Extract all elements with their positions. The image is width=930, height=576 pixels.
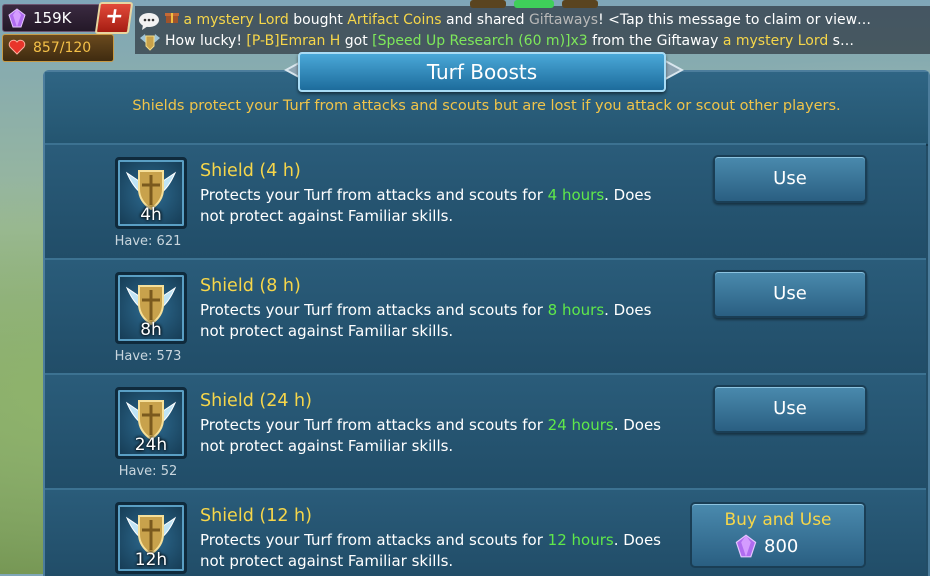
item-name: Shield (4 h) — [200, 161, 301, 181]
use-button[interactable]: Use — [713, 155, 867, 203]
hp-value: 857/120 — [33, 40, 92, 56]
buy-and-use-button[interactable]: Buy and Use 800 — [690, 502, 866, 568]
item-name: Shield (24 h) — [200, 391, 312, 411]
gems-value: 159K — [33, 9, 72, 27]
list-item-shield-4h: 4h Have: 621 Shield (4 h) Protects your … — [45, 143, 926, 259]
gem-icon — [7, 8, 27, 32]
chat-message-1: a mystery Lord bought Artifact Coins and… — [165, 10, 871, 28]
panel-subtitle: Shields protect your Turf from attacks a… — [132, 98, 841, 114]
gem-icon — [734, 534, 758, 562]
use-button[interactable]: Use — [713, 270, 867, 318]
duration-label: 8h — [140, 320, 162, 340]
item-slot: 12h — [115, 502, 187, 574]
top-decoration — [470, 0, 598, 8]
duration-label: 12h — [134, 550, 168, 570]
chat-bubble-icon — [138, 12, 160, 34]
chat-message-2: How lucky! [P-B]Emran H got [Speed Up Re… — [165, 33, 854, 49]
have-count: Have: 621 — [114, 234, 182, 249]
medal-icon — [138, 32, 162, 56]
list-item-shield-12h: 12h Shield (12 h) Protects your Turf fro… — [45, 488, 926, 576]
hp-counter[interactable]: 857/120 — [2, 34, 114, 62]
item-description: Protects your Turf from attacks and scou… — [200, 531, 661, 570]
duration-label: 4h — [140, 205, 162, 225]
title-banner: Turf Boosts — [298, 52, 666, 92]
item-slot: 4h — [115, 157, 187, 229]
use-button[interactable]: Use — [713, 385, 867, 433]
have-count: Have: 52 — [118, 464, 178, 479]
item-description: Protects your Turf from attacks and scou… — [200, 186, 652, 225]
item-description: Protects your Turf from attacks and scou… — [200, 416, 661, 455]
add-gems-button[interactable]: + — [94, 2, 134, 34]
item-slot: 8h — [115, 272, 187, 344]
duration-label: 24h — [134, 435, 168, 455]
list-item-shield-8h: 8h Have: 573 Shield (8 h) Protects your … — [45, 258, 926, 374]
chat-ticker[interactable]: a mystery Lord bought Artifact Coins and… — [135, 6, 930, 54]
list-item-shield-24h: 24h Have: 52 Shield (24 h) Protects your… — [45, 373, 926, 489]
heart-icon — [8, 39, 26, 59]
gift-icon — [165, 12, 183, 28]
price-value: 800 — [764, 536, 799, 557]
item-slot: 24h — [115, 387, 187, 459]
item-name: Shield (12 h) — [200, 506, 312, 526]
item-description: Protects your Turf from attacks and scou… — [200, 301, 652, 340]
page-title: Turf Boosts — [426, 60, 538, 84]
gems-counter[interactable]: 159K — [2, 4, 104, 32]
item-name: Shield (8 h) — [200, 276, 301, 296]
have-count: Have: 573 — [114, 349, 182, 364]
